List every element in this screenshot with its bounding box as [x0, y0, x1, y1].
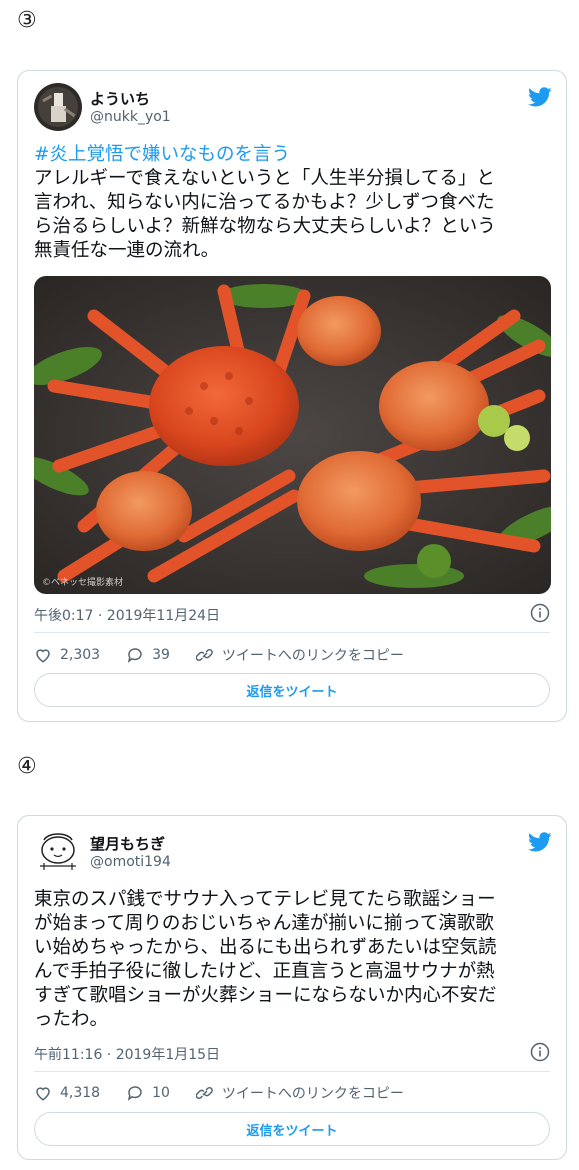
reply-count: 39 — [152, 647, 170, 663]
photo-watermark: ©ベネッセ撮影素材 — [42, 578, 124, 588]
copy-link-label: ツイートへのリンクをコピー — [221, 648, 404, 664]
user-handle[interactable]: @omoti194 — [90, 854, 171, 870]
tweet-header: よういち @nukk_yo1 — [34, 83, 552, 131]
user-handle[interactable]: @nukk_yo1 — [90, 109, 171, 125]
heart-icon — [36, 649, 50, 663]
reply-bubble-icon — [127, 648, 142, 663]
reply-button[interactable]: 39 — [126, 646, 170, 664]
tweet-text: 東京のスパ銭でサウナ入ってテレビ見てたら歌謡ショー が始まって周りのおじいちゃん… — [34, 889, 497, 1030]
copy-link-button[interactable]: ツイートへのリンクをコピー — [195, 1083, 404, 1103]
avatar[interactable] — [34, 828, 82, 876]
reply-tweet-button[interactable]: 返信をツイート — [34, 1112, 550, 1146]
copy-link-button[interactable]: ツイートへのリンクをコピー — [195, 645, 404, 665]
like-count: 2,303 — [60, 647, 101, 663]
like-button[interactable]: 2,303 — [34, 646, 100, 664]
section-number: ③ — [17, 8, 37, 33]
reply-tweet-button[interactable]: 返信をツイート — [34, 673, 550, 707]
tweet-timestamp[interactable]: 午前11:16 · 2019年1月15日 — [34, 1044, 220, 1064]
user-name[interactable]: よういち — [90, 88, 150, 109]
tweet-header: 望月もちぎ @omoti194 — [34, 828, 552, 876]
tweet-card: 望月もちぎ @omoti194 東京のスパ銭でサウナ入ってテレビ見てたら歌謡ショ… — [17, 815, 567, 1160]
heart-icon — [36, 1087, 50, 1101]
reply-count: 10 — [152, 1085, 170, 1101]
tweet-photo[interactable]: ©ベネッセ撮影素材 — [34, 276, 551, 594]
tweet-text: アレルギーで食えないというと「人生半分損してる」と 言われ、知らない内に治ってる… — [34, 168, 496, 261]
tweet-actions: 2,303 39 ツイートへのリンクをコピー — [34, 644, 430, 666]
like-count: 4,318 — [60, 1085, 101, 1101]
like-button[interactable]: 4,318 — [34, 1084, 100, 1102]
link-icon — [195, 648, 213, 662]
info-icon[interactable] — [530, 603, 550, 623]
section-number: ④ — [17, 754, 37, 779]
twitter-bird-icon[interactable] — [528, 830, 552, 854]
crab-photo — [34, 276, 551, 594]
hashtag-link[interactable]: #炎上覚悟で嫌いなものを言う — [34, 143, 290, 167]
info-icon[interactable] — [530, 1042, 550, 1062]
twitter-bird-icon[interactable] — [528, 85, 552, 109]
divider — [34, 632, 550, 633]
tweet-actions: 4,318 10 ツイートへのリンクをコピー — [34, 1082, 430, 1104]
user-name[interactable]: 望月もちぎ — [90, 833, 165, 854]
avatar[interactable] — [34, 83, 82, 131]
copy-link-label: ツイートへのリンクをコピー — [221, 1086, 404, 1102]
link-icon — [195, 1086, 213, 1100]
tweet-card: よういち @nukk_yo1 #炎上覚悟で嫌いなものを言う アレルギーで食えない… — [17, 70, 567, 722]
reply-bubble-icon — [127, 1086, 142, 1101]
divider — [34, 1071, 550, 1072]
reply-button[interactable]: 10 — [126, 1084, 170, 1102]
tweet-timestamp[interactable]: 午後0:17 · 2019年11月24日 — [34, 605, 220, 625]
